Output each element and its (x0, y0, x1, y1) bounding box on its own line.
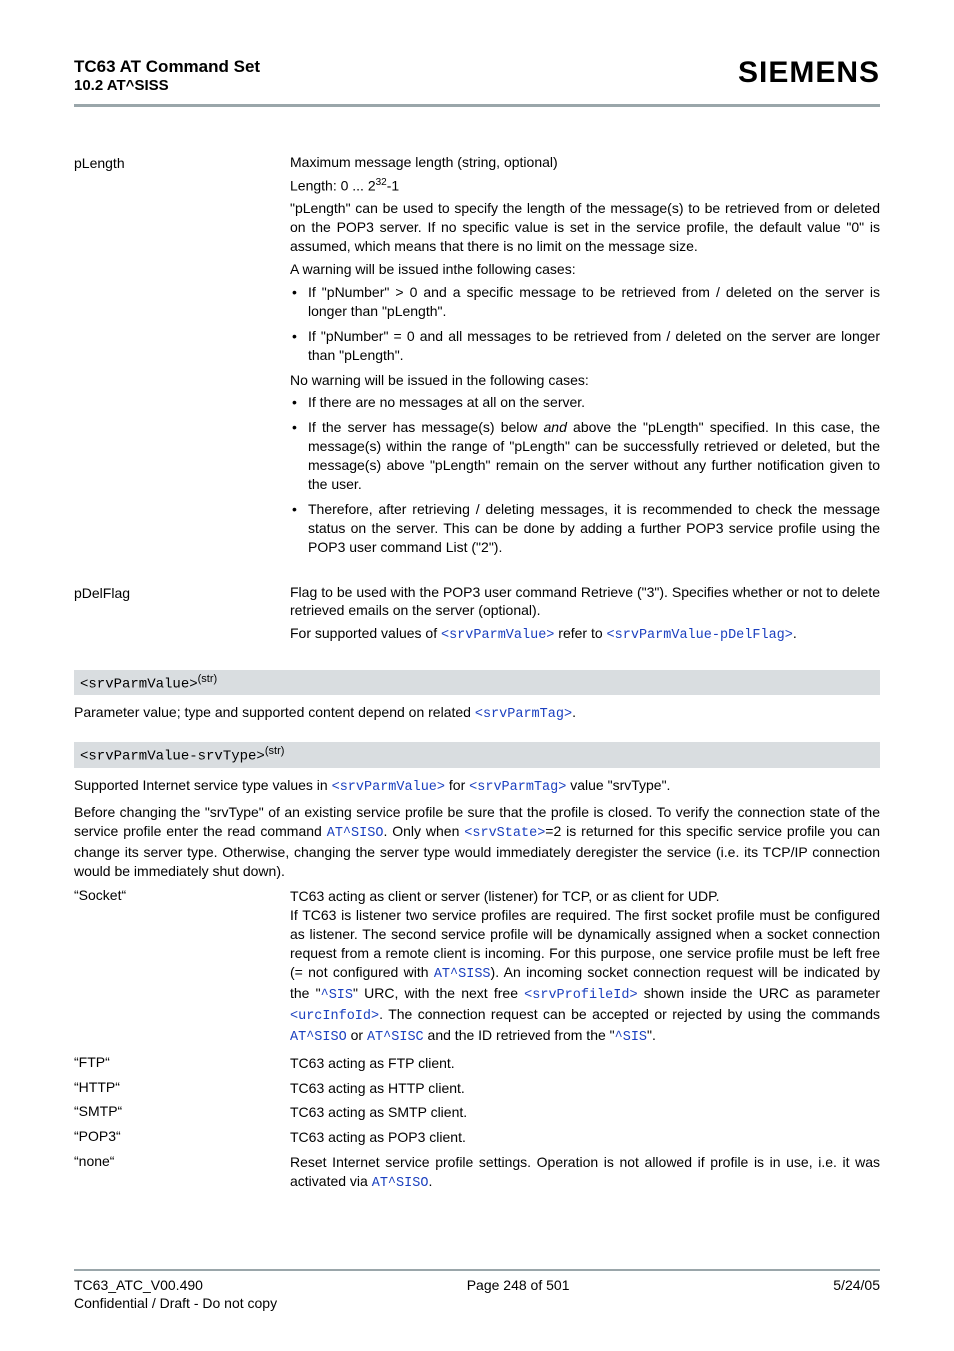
link-srvstate[interactable]: <srvState> (464, 826, 545, 841)
footer-right: 5/24/05 (833, 1277, 880, 1293)
plength-line1: Maximum message length (string, optional… (290, 153, 880, 172)
param-plength: pLength Maximum message length (string, … (74, 153, 880, 563)
service-val: TC63 acting as SMTP client. (290, 1103, 880, 1122)
txt: refer to (554, 625, 606, 641)
txt: or (347, 1027, 367, 1043)
service-ftp: “FTP“ TC63 acting as FTP client. (74, 1054, 880, 1073)
link-atsiso[interactable]: AT^SISO (327, 826, 384, 841)
txt: Parameter value; type and supported cont… (74, 704, 475, 720)
bar-suffix: (str) (265, 745, 285, 757)
nw2a: If the server has message(s) below (308, 419, 544, 435)
plength-desc: "pLength" can be used to specify the len… (290, 199, 880, 256)
txt: TC63 acting as client or server (listene… (290, 888, 720, 904)
link-atsiso[interactable]: AT^SISO (290, 1030, 347, 1045)
srvparmvalue-desc: Parameter value; type and supported cont… (74, 703, 880, 724)
footer-center: Page 248 of 501 (467, 1277, 570, 1293)
link-atsiss[interactable]: AT^SISS (434, 967, 491, 982)
doc-title: TC63 AT Command Set (74, 56, 260, 77)
pdelflag-desc: Flag to be used with the POP3 user comma… (290, 583, 880, 621)
service-smtp: “SMTP“ TC63 acting as SMTP client. (74, 1103, 880, 1122)
link-urcinfoid[interactable]: <urcInfoId> (290, 1009, 379, 1024)
plength-line2a: Length: 0 ... 2 (290, 178, 376, 194)
txt: . The connection request can be accepted… (379, 1006, 880, 1022)
txt: . (428, 1173, 432, 1189)
list-item: If there are no messages at all on the s… (290, 393, 880, 412)
header-rule (74, 104, 880, 107)
txt: for (445, 777, 469, 793)
service-pop3: “POP3“ TC63 acting as POP3 client. (74, 1128, 880, 1147)
link-srvparmvalue[interactable]: <srvParmValue> (332, 780, 445, 795)
link-srvparmtag[interactable]: <srvParmTag> (469, 780, 566, 795)
list-item: Therefore, after retrieving / deleting m… (290, 500, 880, 557)
service-val: Reset Internet service profile settings.… (290, 1153, 880, 1193)
list-item: If "pNumber" > 0 and a specific message … (290, 283, 880, 321)
service-key: “SMTP“ (74, 1103, 290, 1122)
service-socket: “Socket“ TC63 acting as client or server… (74, 887, 880, 1047)
txt: value "srvType". (566, 777, 670, 793)
service-key: “HTTP“ (74, 1079, 290, 1098)
param-label: pDelFlag (74, 583, 290, 650)
list-item: If the server has message(s) below and a… (290, 418, 880, 494)
list-item: If "pNumber" = 0 and all messages to be … (290, 327, 880, 365)
link-sis-urc[interactable]: ^SIS (321, 988, 353, 1003)
plength-nowarn-intro: No warning will be issued in the followi… (290, 371, 880, 390)
txt: Supported Internet service type values i… (74, 777, 332, 793)
bar-srvparmvalue-srvtype: <srvParmValue-srvType>(str) (74, 742, 880, 768)
service-key: “FTP“ (74, 1054, 290, 1073)
txt: For supported values of (290, 625, 441, 641)
service-val: TC63 acting as client or server (listene… (290, 887, 880, 1047)
page-footer: TC63_ATC_V00.490 Page 248 of 501 5/24/05… (74, 1269, 880, 1311)
plength-line2: Length: 0 ... 232-1 (290, 176, 880, 196)
page-header: TC63 AT Command Set 10.2 AT^SISS SIEMENS (74, 56, 880, 96)
txt: shown inside the URC as parameter (638, 985, 880, 1001)
service-none: “none“ Reset Internet service profile se… (74, 1153, 880, 1193)
link-srvparmtag[interactable]: <srvParmTag> (475, 707, 572, 722)
link-srvprofileid[interactable]: <srvProfileId> (524, 988, 637, 1003)
link-atsiso[interactable]: AT^SISO (372, 1176, 429, 1191)
pdelflag-supported: For supported values of <srvParmValue> r… (290, 624, 880, 645)
plength-line2b: -1 (387, 178, 399, 194)
bar-suffix: (str) (198, 673, 218, 685)
exponent: 32 (376, 177, 387, 188)
txt: . Only when (383, 823, 464, 839)
bar-srvparmvalue: <srvParmValue>(str) (74, 670, 880, 696)
srvtype-warning: Before changing the "srvType" of an exis… (74, 803, 880, 881)
link-sis[interactable]: ^SIS (615, 1030, 647, 1045)
txt: . (793, 625, 797, 641)
link-atsisc[interactable]: AT^SISC (367, 1030, 424, 1045)
plength-nowarn-list: If there are no messages at all on the s… (290, 393, 880, 556)
param-pdelflag: pDelFlag Flag to be used with the POP3 u… (74, 583, 880, 650)
srvtype-intro: Supported Internet service type values i… (74, 776, 880, 797)
service-val: TC63 acting as FTP client. (290, 1054, 880, 1073)
footer-left: TC63_ATC_V00.490 (74, 1277, 203, 1293)
link-srvparmvalue[interactable]: <srvParmValue> (441, 628, 554, 643)
param-label: pLength (74, 153, 290, 563)
bar-code: <srvParmValue-srvType> (80, 749, 265, 765)
service-key: “Socket“ (74, 887, 290, 1047)
plength-warn-intro: A warning will be issued inthe following… (290, 260, 880, 279)
footer-rule (74, 1269, 880, 1271)
section-title: 10.2 AT^SISS (74, 77, 260, 96)
txt: ". (647, 1027, 656, 1043)
service-val: TC63 acting as POP3 client. (290, 1128, 880, 1147)
bar-code: <srvParmValue> (80, 676, 198, 692)
header-left: TC63 AT Command Set 10.2 AT^SISS (74, 56, 260, 96)
txt: . (572, 704, 576, 720)
service-key: “POP3“ (74, 1128, 290, 1147)
service-val: TC63 acting as HTTP client. (290, 1079, 880, 1098)
nw2i: and (544, 419, 567, 435)
param-body: Flag to be used with the POP3 user comma… (290, 583, 880, 650)
txt: and the ID retrieved from the " (424, 1027, 615, 1043)
service-http: “HTTP“ TC63 acting as HTTP client. (74, 1079, 880, 1098)
brand-logo: SIEMENS (738, 56, 880, 90)
footer-confidential: Confidential / Draft - Do not copy (74, 1295, 880, 1311)
param-body: Maximum message length (string, optional… (290, 153, 880, 563)
plength-warn-list: If "pNumber" > 0 and a specific message … (290, 283, 880, 365)
service-key: “none“ (74, 1153, 290, 1193)
txt: " URC, with the next free (353, 985, 524, 1001)
link-srvparmvalue-pdelflag[interactable]: <srvParmValue-pDelFlag> (607, 628, 793, 643)
